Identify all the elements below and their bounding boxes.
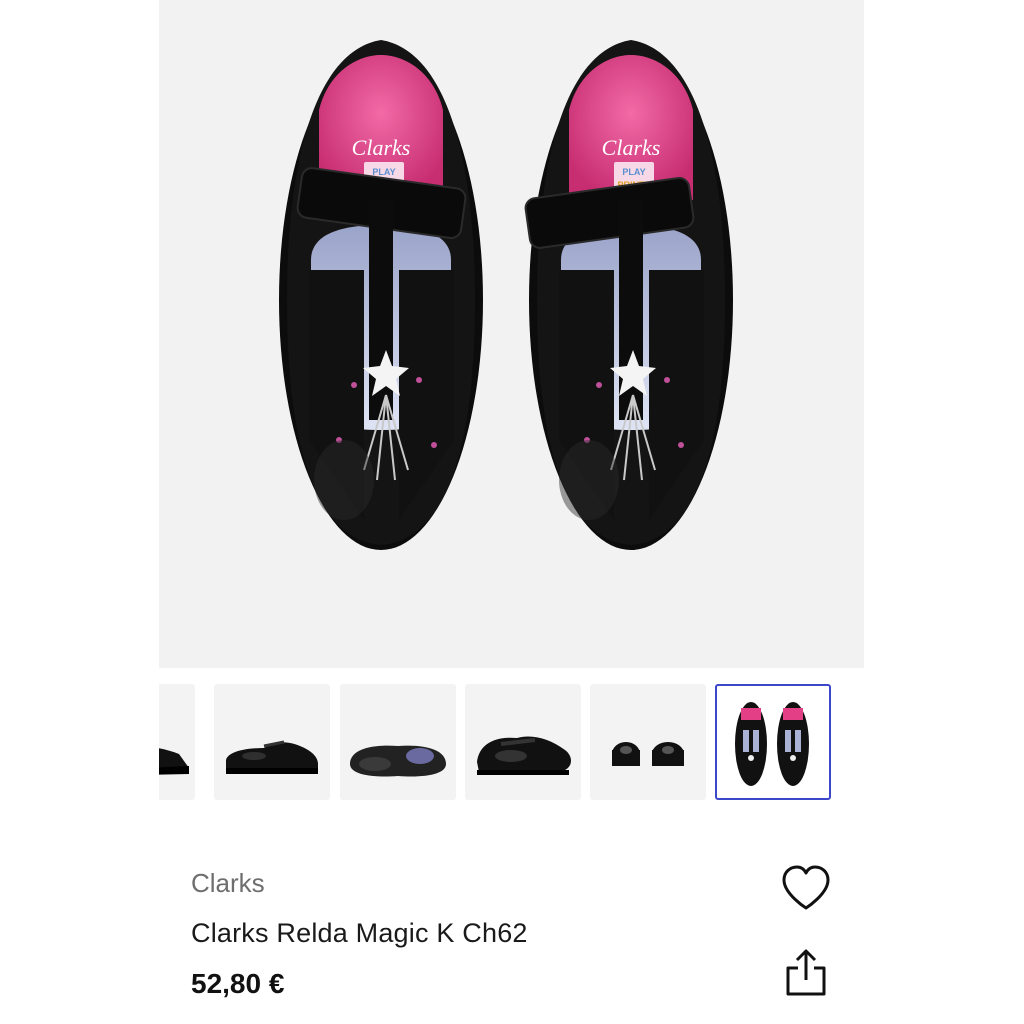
main-product-image[interactable]: Clarks PLAY PRINTS [159, 0, 864, 668]
share-button[interactable] [784, 948, 828, 998]
product-price: 52,80 € [191, 968, 285, 999]
shoe-side-partial-image [159, 748, 189, 775]
svg-text:PLAY: PLAY [372, 167, 395, 177]
shoe-pair-illustration: Clarks PLAY PRINTS [279, 40, 733, 550]
right-shoe: Clarks PLAY PRINTS [524, 40, 733, 550]
heart-icon [782, 865, 830, 910]
thumbnail-2[interactable] [214, 684, 330, 800]
thumbnail-4[interactable] [465, 684, 581, 800]
left-shoe: Clarks PLAY PRINTS [279, 40, 483, 550]
thumbnail-1[interactable] [159, 684, 195, 800]
shoe-angled-image [477, 736, 571, 775]
product-title: Clarks Relda Magic K Ch62 [191, 918, 528, 948]
share-icon [786, 949, 826, 996]
svg-text:Clarks: Clarks [602, 135, 661, 160]
shoe-sole-image [350, 745, 446, 777]
thumbnail-6-active[interactable] [715, 684, 831, 800]
shoe-side-image [226, 740, 318, 774]
favorite-button[interactable] [780, 864, 832, 912]
thumbnail-3[interactable] [340, 684, 456, 800]
svg-text:PLAY: PLAY [622, 167, 645, 177]
svg-text:Clarks: Clarks [352, 135, 411, 160]
thumbnail-5[interactable] [590, 684, 706, 800]
product-brand[interactable]: Clarks [191, 868, 265, 899]
shoe-top-pair-image [735, 702, 809, 786]
thumbnail-strip [159, 682, 864, 804]
shoe-front-pair-image [612, 742, 684, 766]
